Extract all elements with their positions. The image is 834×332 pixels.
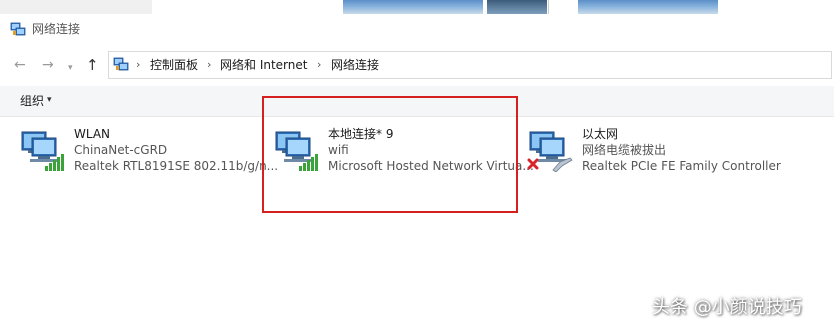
background-window-thumbnail [343,0,483,14]
chevron-down-icon[interactable]: ▾ [47,92,52,108]
arrow-right-icon[interactable]: → [42,57,54,73]
connection-item-wlan[interactable]: WLAN ChinaNet-cGRD Realtek RTL8191SE 802… [18,122,278,182]
background-window-thumbnail [578,0,718,14]
connection-status: 网络电缆被拔出 [582,143,667,157]
highlight-annotation-box [262,96,518,213]
window-title: 网络连接 [32,22,81,36]
breadcrumb-separator[interactable]: › [207,57,211,73]
organize-button[interactable]: 组织 [20,93,44,109]
network-connections-window: 网络连接 ← → ▾ ↑ › 控制面板 › 网络和 Internet › 网络连… [0,0,834,332]
breadcrumb-item-network-connections[interactable]: 网络连接 [331,57,379,73]
network-connections-icon [10,22,26,36]
connection-device: Realtek RTL8191SE 802.11b/g/n... [74,159,279,173]
chevron-down-icon[interactable]: ▾ [68,60,73,76]
control-panel-icon [113,57,129,71]
connection-name: WLAN [74,127,111,141]
breadcrumb-item-control-panel[interactable]: 控制面板 [150,57,198,73]
breadcrumb-separator[interactable]: › [136,57,140,73]
background-window-gray [0,0,152,14]
watermark-text: 头条 @小颜说技巧 [652,297,802,318]
background-window-thumbnail [548,0,579,14]
wireless-network-icon [21,131,64,171]
breadcrumb-separator[interactable]: › [317,57,321,73]
background-window-thumbnail [487,0,547,14]
address-bar[interactable] [108,51,832,79]
background-windows-strip [0,0,834,16]
arrow-left-icon[interactable]: ← [14,57,26,73]
arrow-up-icon[interactable]: ↑ [86,57,99,73]
ethernet-disconnected-icon [527,131,573,172]
breadcrumb-item-network-internet[interactable]: 网络和 Internet [220,57,307,73]
connection-item-ethernet[interactable]: 以太网 网络电缆被拔出 Realtek PCIe FE Family Contr… [526,122,826,182]
connection-status: ChinaNet-cGRD [74,143,168,157]
connection-device: Realtek PCIe FE Family Controller [582,159,781,173]
connection-name: 以太网 [582,127,619,141]
